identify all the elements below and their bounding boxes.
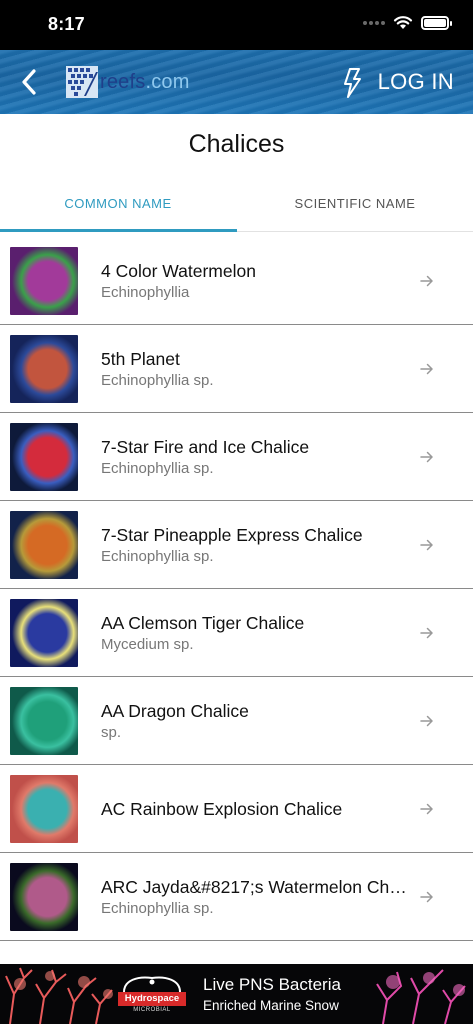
page-title: Chalices [188,130,285,158]
tab-scientific-name[interactable]: SCIENTIFIC NAME [237,186,473,232]
coral-thumbnail [10,599,78,667]
coral-thumbnail [10,687,78,755]
arrow-right-icon [420,275,433,287]
list-item[interactable]: AC Rainbow Explosion Chalice [0,765,473,853]
battery-icon [421,15,452,30]
coral-scientific-name: Echinophyllia sp. [101,899,214,917]
ad-banner[interactable]: Hydrospace MICROBIAL Live PNS Bacteria E… [0,964,473,1024]
arrow-right-icon [420,451,433,463]
list-item[interactable]: ARC Jayda&#8217;s Watermelon Chalice Ech… [0,853,473,941]
reefs-logo[interactable]: reefs.com [66,66,190,98]
coral-thumbnail [10,423,78,491]
coral-common-name: 7-Star Fire and Ice Chalice [101,436,310,457]
coral-scientific-name: Echinophyllia sp. [101,371,214,389]
coral-thumbnail [10,247,78,315]
arrow-right-icon [420,539,433,551]
logo-wordmark: reefs.com [100,71,190,94]
hydrospace-logo: Hydrospace MICROBIAL [118,974,190,1018]
coral-decoration-right [376,969,466,1024]
coral-common-name: 7-Star Pineapple Express Chalice [101,524,363,545]
list-item[interactable]: 5th Planet Echinophyllia sp. [0,325,473,413]
lightning-bolt-icon[interactable] [342,68,364,98]
hydrospace-logo-mark-icon [123,976,181,993]
list-item-text: 7-Star Pineapple Express Chalice Echinop… [101,501,413,588]
coral-scientific-name: Echinophyllia [101,283,190,301]
tab-active-indicator [0,229,237,232]
list-item[interactable]: 4 Color Watermelon Echinophyllia [0,237,473,325]
status-icons [363,15,452,30]
coral-scientific-name: Mycedium sp. [101,635,194,653]
arrow-right-icon [420,363,433,375]
list-item-text: 4 Color Watermelon Echinophyllia [101,237,413,324]
reefs-logo-mark-icon [66,66,98,98]
sort-tabs: COMMON NAME SCIENTIFIC NAME [0,186,473,232]
coral-scientific-name: sp. [101,723,122,741]
coral-common-name: AA Clemson Tiger Chalice [101,612,305,633]
app-header: reefs.com LOG IN [0,50,473,114]
coral-thumbnail [10,775,78,843]
status-time: 8:17 [48,14,85,34]
logo-wordmark-text: reefs [100,70,146,93]
arrow-right-icon [420,891,433,903]
coral-common-name: 4 Color Watermelon [101,260,256,281]
back-button[interactable] [14,66,44,98]
list-item[interactable]: 7-Star Fire and Ice Chalice Echinophylli… [0,413,473,501]
coral-common-name: AC Rainbow Explosion Chalice [101,798,343,819]
coral-decoration-left [5,967,113,1024]
cellular-signal-icon [363,20,385,25]
coral-scientific-name: Echinophyllia sp. [101,547,214,565]
logo-wordmark-suffix: .com [145,70,190,93]
chevron-left-icon [22,69,36,95]
coral-common-name: AA Dragon Chalice [101,700,249,721]
ad-brand-sub: MICROBIAL [133,1007,171,1013]
list-item-text: ARC Jayda&#8217;s Watermelon Chalice Ech… [101,853,413,940]
list-item-text: 7-Star Fire and Ice Chalice Echinophylli… [101,413,413,500]
coral-scientific-name: Echinophyllia sp. [101,459,214,477]
coral-thumbnail [10,863,78,931]
arrow-right-icon [420,715,433,727]
ad-headline: Live PNS Bacteria [203,975,341,994]
coral-common-name: ARC Jayda&#8217;s Watermelon Chalice [101,876,413,897]
coral-list: 4 Color Watermelon Echinophyllia 5th Pla… [0,237,473,941]
list-item-text: AC Rainbow Explosion Chalice [101,765,413,852]
login-button[interactable]: LOG IN [378,69,454,95]
coral-thumbnail [10,335,78,403]
wifi-icon [393,16,413,29]
list-item-text: 5th Planet Echinophyllia sp. [101,325,413,412]
status-bar: 8:17 [0,0,473,50]
list-item-text: AA Clemson Tiger Chalice Mycedium sp. [101,589,413,676]
tab-common-name[interactable]: COMMON NAME [0,186,236,232]
ad-brand: Hydrospace [118,992,186,1006]
arrow-right-icon [420,803,433,815]
list-item[interactable]: AA Dragon Chalice sp. [0,677,473,765]
coral-common-name: 5th Planet [101,348,180,369]
list-item[interactable]: AA Clemson Tiger Chalice Mycedium sp. [0,589,473,677]
arrow-right-icon [420,627,433,639]
coral-thumbnail [10,511,78,579]
list-item-text: AA Dragon Chalice sp. [101,677,413,764]
list-item[interactable]: 7-Star Pineapple Express Chalice Echinop… [0,501,473,589]
ad-subheadline: Enriched Marine Snow [203,998,339,1013]
